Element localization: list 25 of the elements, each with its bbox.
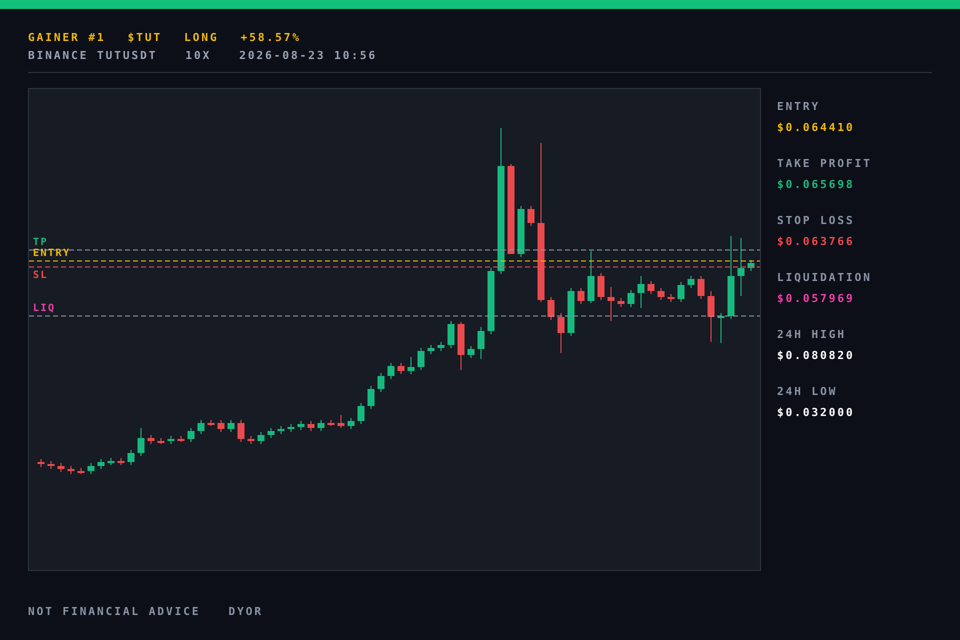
price-level-label: SL (33, 270, 48, 281)
price-level-label: TP (33, 237, 48, 248)
stat-value: $0.063766 (777, 235, 856, 248)
disclaimer-text: DYOR (228, 605, 263, 618)
signal-title: +58.57% (240, 31, 301, 44)
stat-value: $0.032000 (777, 406, 856, 419)
stat-label: ENTRY (777, 100, 822, 113)
signal-title: LONG (184, 31, 219, 44)
stat-label: STOP LOSS (777, 214, 856, 227)
stat-value: $0.065698 (777, 178, 856, 191)
stat-value: $0.064410 (777, 121, 856, 134)
stat-label: LIQUIDATION (777, 271, 872, 284)
trade-info: BINANCE TUTUSDT (28, 49, 158, 62)
stat-label: TAKE PROFIT (777, 157, 872, 170)
price-level-label: LIQ (33, 303, 56, 314)
stat-value: $0.057969 (777, 292, 856, 305)
price-level-label: ENTRY (33, 248, 71, 259)
disclaimer-text: NOT FINANCIAL ADVICE (28, 605, 200, 618)
stat-label: 24H LOW (777, 385, 838, 398)
trade-info: 2026-08-23 10:56 (239, 49, 378, 62)
trade-info: 10X (185, 49, 212, 62)
signal-title: $TUT (128, 31, 162, 44)
stat-value: $0.080820 (777, 349, 856, 362)
signal-title: GAINER #1 (28, 31, 106, 44)
stat-label: 24H HIGH (777, 328, 847, 341)
